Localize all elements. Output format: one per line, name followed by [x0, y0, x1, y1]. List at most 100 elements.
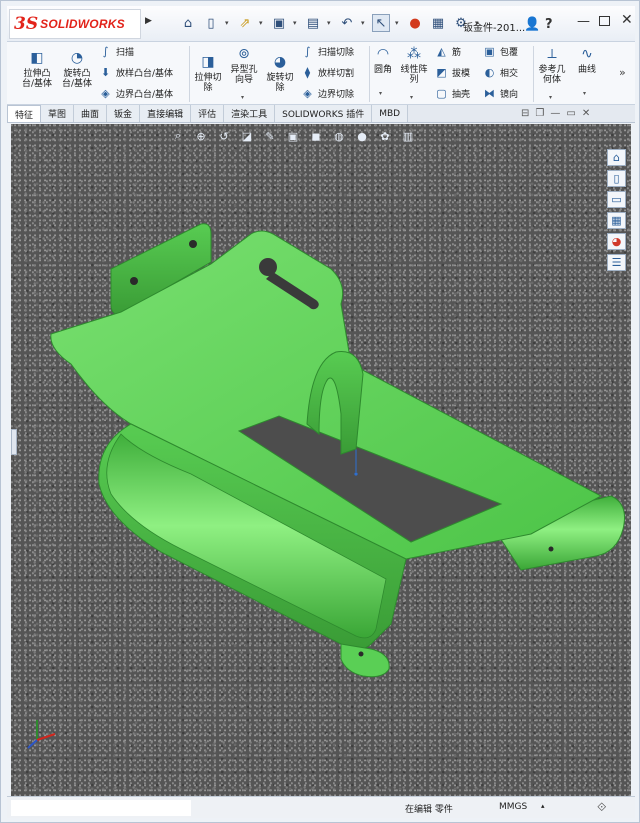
reference-geometry-label: 参考几 何体 — [538, 65, 566, 85]
file-properties-icon[interactable]: ▦ — [429, 14, 447, 32]
tab-direct-editing[interactable]: 直接编辑 — [140, 105, 192, 122]
tab-mbd[interactable]: MBD — [372, 105, 409, 122]
extrude-cut-label: 拉伸切 除 — [194, 73, 222, 93]
linear-pattern-dropdown-icon[interactable]: ▾ — [410, 94, 413, 101]
quick-tips-icon[interactable]: ⟐ — [597, 800, 606, 815]
loft-boss-label: 放样凸台/基体 — [116, 69, 174, 79]
revolve-boss-label: 旋转凸 台/基体 — [61, 69, 93, 89]
command-manager-ribbon: ◧ 拉伸凸 台/基体 ◔ 旋转凸 台/基体 ∫ 扫描 ⬇ 放样凸台/基体 ◈ 边… — [7, 42, 635, 105]
fillet-label: 圆角 — [373, 65, 392, 75]
select-dropdown-icon[interactable]: ▾ — [395, 19, 401, 27]
open-icon[interactable]: ⇗ — [236, 14, 254, 32]
mirror-icon: ⧓ — [484, 87, 495, 100]
ribbon-separator — [533, 46, 534, 102]
rebuild-icon[interactable]: ● — [406, 14, 424, 32]
restore-view-icon[interactable]: ❐ — [535, 108, 544, 119]
curves-button[interactable]: ∿ 曲线 — [573, 45, 601, 75]
hole-wizard-button[interactable]: ⊚ 异型孔 向导 — [227, 45, 261, 85]
sheet-metal-part-model[interactable] — [11, 124, 631, 796]
draft-label: 拔模 — [452, 69, 471, 79]
undo-icon[interactable]: ↶ — [338, 14, 356, 32]
curves-dropdown-icon[interactable]: ▾ — [583, 90, 586, 97]
viewport-maximize-icon[interactable]: ▭ — [566, 108, 575, 119]
split-view-icon[interactable]: ⊟ — [521, 108, 529, 119]
graphics-area[interactable]: ⌕ ⊕ ↺ ◪ ✎ ▣ ◼ ◍ ● ✿ ▥ ⌂ ▯ ▭ ▦ ◕ ☰ — [11, 124, 631, 796]
tab-surfaces[interactable]: 曲面 — [74, 105, 108, 122]
sweep-cut-icon: ∫ — [304, 45, 311, 58]
user-icon[interactable]: 👤 — [524, 17, 540, 32]
fillet-button[interactable]: ◠ 圆角 — [371, 45, 395, 75]
loft-boss-button[interactable]: ⬇ 放样凸台/基体 — [99, 66, 173, 79]
unit-system-selector[interactable]: MMGS — [499, 802, 527, 812]
hole-wizard-label: 异型孔 向导 — [230, 65, 258, 85]
shell-button[interactable]: ▢ 抽壳 — [435, 87, 470, 100]
tab-sketch[interactable]: 草图 — [41, 105, 75, 122]
close-icon[interactable]: ✕ — [621, 12, 633, 28]
tab-solidworks-addins[interactable]: SOLIDWORKS 插件 — [275, 105, 373, 122]
rib-label: 筋 — [452, 48, 462, 58]
maximize-icon[interactable] — [599, 16, 610, 26]
tab-render-tools[interactable]: 渲染工具 — [224, 105, 276, 122]
extrude-cut-button[interactable]: ◨ 拉伸切 除 — [191, 53, 225, 93]
new-doc-icon[interactable]: ▯ — [202, 14, 220, 32]
select-icon[interactable]: ↖ — [372, 14, 390, 32]
menu-expand-arrow-icon[interactable]: ▶ — [145, 16, 157, 32]
help-icon[interactable]: ? — [545, 17, 553, 32]
print-dropdown-icon[interactable]: ▾ — [327, 19, 333, 27]
revolve-boss-button[interactable]: ◔ 旋转凸 台/基体 — [59, 49, 95, 89]
reference-geometry-dropdown-icon[interactable]: ▾ — [549, 94, 552, 101]
boundary-cut-button[interactable]: ◈ 边界切除 — [301, 87, 354, 100]
loft-boss-icon: ⬇ — [100, 66, 111, 79]
wrap-label: 包覆 — [500, 48, 519, 58]
save-icon[interactable]: ▣ — [270, 14, 288, 32]
extrude-boss-icon: ◧ — [30, 50, 44, 66]
mirror-label: 镜向 — [500, 90, 519, 100]
wrap-button[interactable]: ▣ 包覆 — [483, 45, 518, 58]
open-dropdown-icon[interactable]: ▾ — [259, 19, 265, 27]
boundary-boss-button[interactable]: ◈ 边界凸台/基体 — [99, 87, 173, 100]
boundary-cut-label: 边界切除 — [318, 90, 355, 100]
sweep-button[interactable]: ∫ 扫描 — [99, 45, 134, 58]
extrude-boss-button[interactable]: ◧ 拉伸凸 台/基体 — [19, 49, 55, 89]
unit-system-caret-icon[interactable]: ▴ — [541, 802, 545, 810]
reference-geometry-button[interactable]: ⟂ 参考几 何体 — [535, 45, 569, 85]
draft-icon: ◩ — [436, 66, 447, 79]
sweep-label: 扫描 — [116, 48, 135, 58]
sweep-cut-button[interactable]: ∫ 扫描切除 — [301, 45, 354, 58]
viewport-window-controls: ⊟ ❐ — ▭ ✕ — [521, 108, 590, 119]
new-doc-dropdown-icon[interactable]: ▾ — [225, 19, 231, 27]
title-bar: 3S SOLIDWORKS ▶ ⌂ ▯ ▾ ⇗ ▾ ▣ ▾ ▤ ▾ ↶ ▾ ↖ … — [7, 6, 635, 42]
ribbon-overflow-icon[interactable]: » — [619, 66, 626, 79]
revolve-cut-label: 旋转切 除 — [266, 73, 294, 93]
rib-button[interactable]: ◭ 筋 — [435, 45, 461, 58]
extrude-boss-label: 拉伸凸 台/基体 — [21, 69, 53, 89]
viewport-minimize-icon[interactable]: — — [550, 108, 560, 119]
viewport-close-icon[interactable]: ✕ — [582, 108, 590, 119]
tab-features[interactable]: 特征 — [7, 105, 42, 122]
fillet-icon: ◠ — [376, 46, 390, 62]
minimize-icon[interactable]: — — [577, 14, 590, 29]
fillet-dropdown-icon[interactable]: ▾ — [379, 90, 382, 97]
curves-label: 曲线 — [577, 65, 596, 75]
tab-sheet-metal[interactable]: 钣金 — [107, 105, 141, 122]
print-icon[interactable]: ▤ — [304, 14, 322, 32]
save-dropdown-icon[interactable]: ▾ — [293, 19, 299, 27]
reference-geometry-icon: ⟂ — [547, 46, 557, 62]
linear-pattern-icon: ⁂ — [407, 46, 421, 62]
mounting-hole — [548, 546, 554, 552]
intersect-button[interactable]: ◐ 相交 — [483, 66, 518, 79]
status-message-area — [11, 800, 191, 816]
ribbon-separator — [369, 46, 370, 102]
tab-evaluate[interactable]: 评估 — [191, 105, 225, 122]
solidworks-window: 3S SOLIDWORKS ▶ ⌂ ▯ ▾ ⇗ ▾ ▣ ▾ ▤ ▾ ↶ ▾ ↖ … — [0, 0, 640, 823]
solidworks-logo[interactable]: 3S SOLIDWORKS — [9, 9, 141, 39]
undo-dropdown-icon[interactable]: ▾ — [361, 19, 367, 27]
revolve-cut-button[interactable]: ◕ 旋转切 除 — [263, 53, 297, 93]
hole-wizard-dropdown-icon[interactable]: ▾ — [241, 94, 244, 101]
draft-button[interactable]: ◩ 拔模 — [435, 66, 470, 79]
editing-status: 在编辑 零件 — [405, 805, 453, 815]
mirror-button[interactable]: ⧓ 镜向 — [483, 87, 518, 100]
home-icon[interactable]: ⌂ — [179, 14, 197, 32]
linear-pattern-button[interactable]: ⁂ 线性阵 列 — [397, 45, 431, 85]
loft-cut-button[interactable]: ⧫ 放样切割 — [301, 66, 354, 79]
